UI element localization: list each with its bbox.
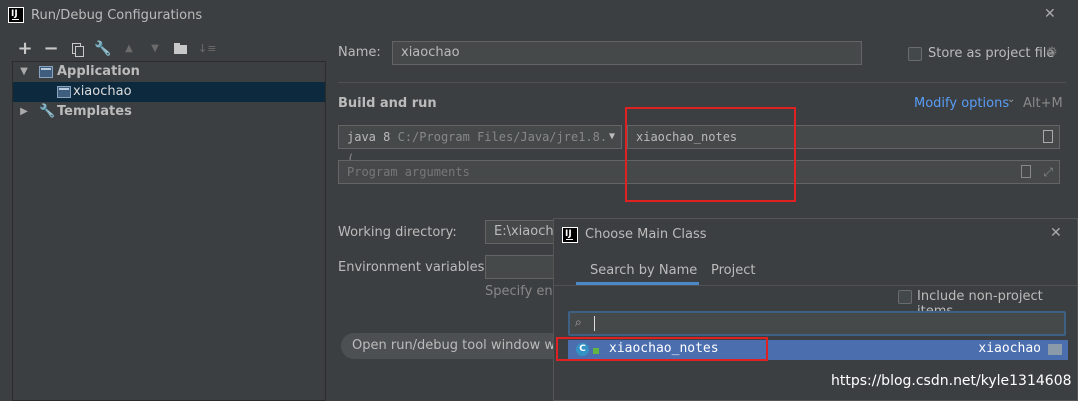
copy-icon[interactable] (68, 40, 86, 58)
title-bar: IJ Run/Debug Configurations ✕ (0, 0, 1078, 32)
dialog-title: Choose Main Class (585, 227, 707, 242)
tab-project[interactable]: Project (711, 263, 755, 278)
document-icon[interactable] (1021, 165, 1031, 178)
program-arguments-placeholder: Program arguments (347, 165, 470, 179)
tab-search-by-name[interactable]: Search by Name (590, 263, 697, 278)
intellij-logo-icon: IJ (8, 7, 24, 23)
folder-icon[interactable] (172, 40, 190, 58)
class-search-input[interactable]: ⌕ (568, 311, 1066, 336)
window-title: Run/Debug Configurations (31, 8, 203, 23)
module-name: xiaochao (978, 341, 1041, 356)
highlight-box-result (556, 337, 768, 361)
wrench-icon: 🔧 (39, 104, 56, 119)
separator (554, 285, 1077, 286)
store-as-project-label: Store as project file (928, 46, 1055, 61)
tree-item-label: Application (57, 64, 140, 79)
application-config-icon (39, 66, 53, 78)
tree-item-xiaochao[interactable]: xiaochao (13, 82, 325, 102)
section-title: Build and run (338, 96, 437, 111)
chevron-right-icon[interactable]: ▶ (19, 102, 29, 122)
config-toolbar: + − 🔧 ▲ ▼ ↓≡ (14, 40, 224, 58)
text-cursor (594, 316, 595, 331)
move-up-icon[interactable]: ▲ (120, 40, 138, 58)
add-icon[interactable]: + (16, 40, 34, 58)
tree-item-application[interactable]: ▼ Application (13, 62, 325, 82)
intellij-logo-icon: IJ (562, 227, 578, 243)
tree-item-label: xiaochao (73, 84, 132, 99)
tree-item-templates[interactable]: ▶ 🔧 Templates (13, 102, 325, 122)
search-icon: ⌕ (575, 315, 582, 329)
highlight-box-main-class (625, 107, 796, 202)
environment-variables-label: Environment variables: (338, 260, 489, 275)
store-as-project-checkbox[interactable] (908, 47, 922, 61)
chevron-down-icon[interactable]: ▼ (19, 62, 29, 82)
modify-shortcut: Alt+M (1023, 96, 1063, 111)
include-non-project-checkbox[interactable] (898, 290, 912, 304)
configuration-tree: ▼ Application xiaochao ▶ 🔧 Templates (12, 61, 326, 401)
watermark-text: https://blog.csdn.net/kyle1314608 (831, 373, 1072, 389)
wrench-icon[interactable]: 🔧 (94, 40, 112, 58)
module-folder-icon (1048, 344, 1062, 355)
tree-item-label: Templates (57, 104, 132, 119)
jre-select[interactable]: java 8 C:/Program Files/Java/jre1.8.( ▼ (338, 125, 622, 166)
gear-icon[interactable]: ⚙ (1046, 45, 1058, 60)
dropdown-arrow-icon: ▼ (608, 131, 615, 142)
close-window-icon[interactable]: ✕ (1044, 6, 1056, 22)
remove-icon[interactable]: − (42, 40, 60, 58)
application-config-icon (57, 86, 71, 98)
working-directory-label: Working directory: (338, 225, 457, 240)
sort-icon[interactable]: ↓≡ (198, 40, 216, 58)
browse-icon[interactable] (1043, 130, 1053, 143)
expand-icon[interactable]: ⤢ (1043, 161, 1053, 183)
chevron-down-icon[interactable]: ⌄ (1007, 94, 1015, 105)
name-field[interactable]: xiaochao (392, 41, 862, 65)
modify-options-link[interactable]: Modify options (914, 96, 1009, 111)
separator (338, 82, 1066, 83)
jre-version: java 8 (347, 130, 391, 144)
move-down-icon[interactable]: ▼ (146, 40, 164, 58)
name-label: Name: (338, 45, 381, 60)
close-dialog-icon[interactable]: ✕ (1050, 225, 1062, 241)
open-tool-window-option[interactable]: Open run/debug tool window whe (341, 333, 571, 359)
